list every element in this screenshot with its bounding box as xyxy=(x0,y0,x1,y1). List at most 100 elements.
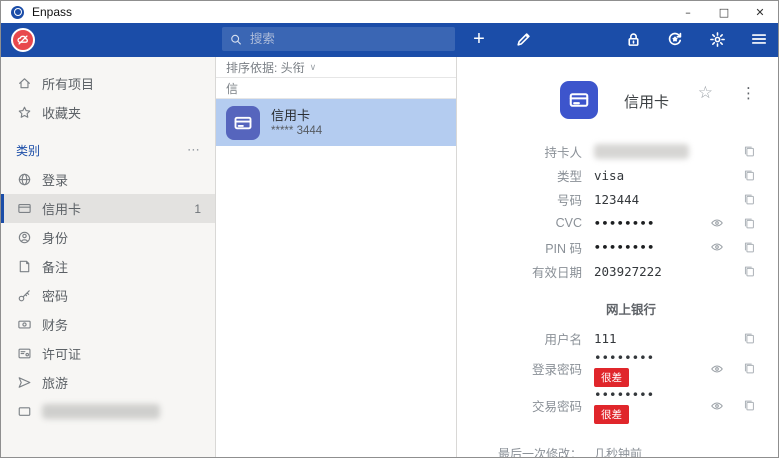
lock-button[interactable] xyxy=(617,25,649,53)
license-icon xyxy=(16,346,32,362)
list-item-subtitle: ***** 3444 xyxy=(271,124,322,138)
sidebar-item-favorites[interactable]: 收藏夹 xyxy=(1,98,215,127)
masked-value: •••••••• xyxy=(594,350,702,365)
search-input[interactable] xyxy=(250,32,447,46)
sync-disabled-icon[interactable] xyxy=(11,28,35,52)
group-header: 信 xyxy=(216,78,456,99)
sidebar-item-finance[interactable]: 财务 xyxy=(1,310,215,339)
list-item-credit-card[interactable]: 信用卡 ***** 3444 xyxy=(216,99,456,146)
sidebar-item-login[interactable]: 登录 xyxy=(1,165,215,194)
settings-button[interactable] xyxy=(701,25,733,53)
field-row-cardholder: 持卡人 xyxy=(457,139,766,163)
section-header-online-banking: 网上银行 xyxy=(606,299,766,318)
globe-icon xyxy=(16,172,32,188)
field-value: 123444 xyxy=(594,192,702,207)
blurred-value xyxy=(594,144,689,159)
search-box[interactable] xyxy=(222,27,455,51)
item-list-pane: 排序依据: 头衔 ∨ 信 信用卡 ***** 3444 xyxy=(216,57,457,457)
enpass-window: Enpass – □ ✕ + xyxy=(1,1,778,457)
window-title: Enpass xyxy=(32,5,72,19)
sort-by-label: 排序依据: 头衔 xyxy=(226,59,305,76)
enpass-app-icon xyxy=(11,6,24,19)
sidebar-item-redacted[interactable] xyxy=(1,397,215,426)
sidebar: 所有项目 收藏夹 类别 ⋯ 登录 xyxy=(1,57,216,457)
reveal-button[interactable] xyxy=(702,240,732,254)
meta-row-modified: 最后一次修改： 几秒钟前 xyxy=(457,442,766,457)
reveal-button[interactable] xyxy=(702,362,732,376)
title-bar: Enpass – □ ✕ xyxy=(1,1,778,23)
masked-value: •••••••• xyxy=(594,217,702,230)
field-row-type: 类型 visa xyxy=(457,163,766,187)
folder-outline-icon xyxy=(16,404,32,420)
sidebar-section-categories: 类别 ⋯ xyxy=(1,135,215,165)
sidebar-item-credit-card[interactable]: 信用卡 1 xyxy=(1,194,215,223)
copy-button[interactable] xyxy=(732,241,766,254)
gear-icon xyxy=(709,31,726,48)
sidebar-item-identity[interactable]: 身份 xyxy=(1,223,215,252)
reveal-button[interactable] xyxy=(702,216,732,230)
credit-card-detail-icon xyxy=(560,81,598,119)
detail-pane: 信用卡 ☆ ⋮ 持卡人 类型 visa xyxy=(457,57,778,457)
sidebar-item-notes[interactable]: 备注 xyxy=(1,252,215,281)
detail-header: 信用卡 ☆ ⋮ xyxy=(560,81,766,119)
field-value: visa xyxy=(594,168,702,183)
password-strength-badge: 很差 xyxy=(594,405,629,424)
add-item-button[interactable]: + xyxy=(463,25,495,53)
minimize-button[interactable]: – xyxy=(670,1,706,23)
sync-button[interactable] xyxy=(659,25,691,53)
credit-card-icon xyxy=(16,201,32,217)
field-value: 203927222 xyxy=(594,264,702,279)
sidebar-item-all-items[interactable]: 所有项目 xyxy=(1,69,215,98)
sidebar-item-license[interactable]: 许可证 xyxy=(1,339,215,368)
item-menu-button[interactable]: ⋮ xyxy=(741,84,756,102)
copy-button[interactable] xyxy=(732,193,766,206)
list-item-title: 信用卡 xyxy=(271,108,322,124)
copy-button[interactable] xyxy=(732,332,766,345)
copy-button[interactable] xyxy=(732,265,766,278)
categories-more-button[interactable]: ⋯ xyxy=(187,142,201,158)
reveal-button[interactable] xyxy=(702,399,732,413)
copy-button[interactable] xyxy=(732,399,766,412)
money-icon xyxy=(16,317,32,333)
hamburger-icon xyxy=(750,30,768,48)
favorite-star-button[interactable]: ☆ xyxy=(698,83,713,103)
credit-card-item-icon xyxy=(226,106,260,140)
sync-icon xyxy=(666,30,684,48)
field-row-cvc: CVC •••••••• xyxy=(457,211,766,235)
main-menu-button[interactable] xyxy=(743,25,775,53)
pencil-icon xyxy=(515,31,532,48)
field-row-number: 号码 123444 xyxy=(457,187,766,211)
edit-button[interactable] xyxy=(507,25,539,53)
copy-button[interactable] xyxy=(732,169,766,182)
field-row-username: 用户名 111 xyxy=(457,326,766,350)
copy-button[interactable] xyxy=(732,145,766,158)
plane-icon xyxy=(16,375,32,391)
masked-value: •••••••• xyxy=(594,241,702,254)
note-icon xyxy=(16,259,32,275)
toolbar: + xyxy=(1,23,778,57)
masked-value: •••••••• xyxy=(594,387,702,402)
password-strength-badge: 很差 xyxy=(594,368,629,387)
star-icon xyxy=(16,105,32,121)
item-count-badge: 1 xyxy=(194,202,201,216)
lock-icon xyxy=(625,31,642,48)
sidebar-item-travel[interactable]: 旅游 xyxy=(1,368,215,397)
redacted-label xyxy=(42,404,160,419)
sort-bar[interactable]: 排序依据: 头衔 ∨ xyxy=(216,57,456,78)
copy-button[interactable] xyxy=(732,362,766,375)
copy-button[interactable] xyxy=(732,217,766,230)
sidebar-item-password[interactable]: 密码 xyxy=(1,281,215,310)
field-row-expiry: 有效日期 203927222 xyxy=(457,259,766,283)
field-row-transaction-password: 交易密码 •••••••• 很差 xyxy=(457,387,766,424)
search-icon xyxy=(230,33,242,46)
close-button[interactable]: ✕ xyxy=(742,1,778,23)
key-icon xyxy=(16,288,32,304)
maximize-button[interactable]: □ xyxy=(706,1,742,23)
home-icon xyxy=(16,76,32,92)
detail-title: 信用卡 xyxy=(624,91,669,112)
field-row-pin: PIN 码 •••••••• xyxy=(457,235,766,259)
metadata-block: 最后一次修改： 几秒钟前 创建： 几秒钟前 xyxy=(457,442,766,457)
chevron-down-icon: ∨ xyxy=(310,62,317,73)
field-value: 111 xyxy=(594,331,702,346)
field-row-login-password: 登录密码 •••••••• 很差 xyxy=(457,350,766,387)
